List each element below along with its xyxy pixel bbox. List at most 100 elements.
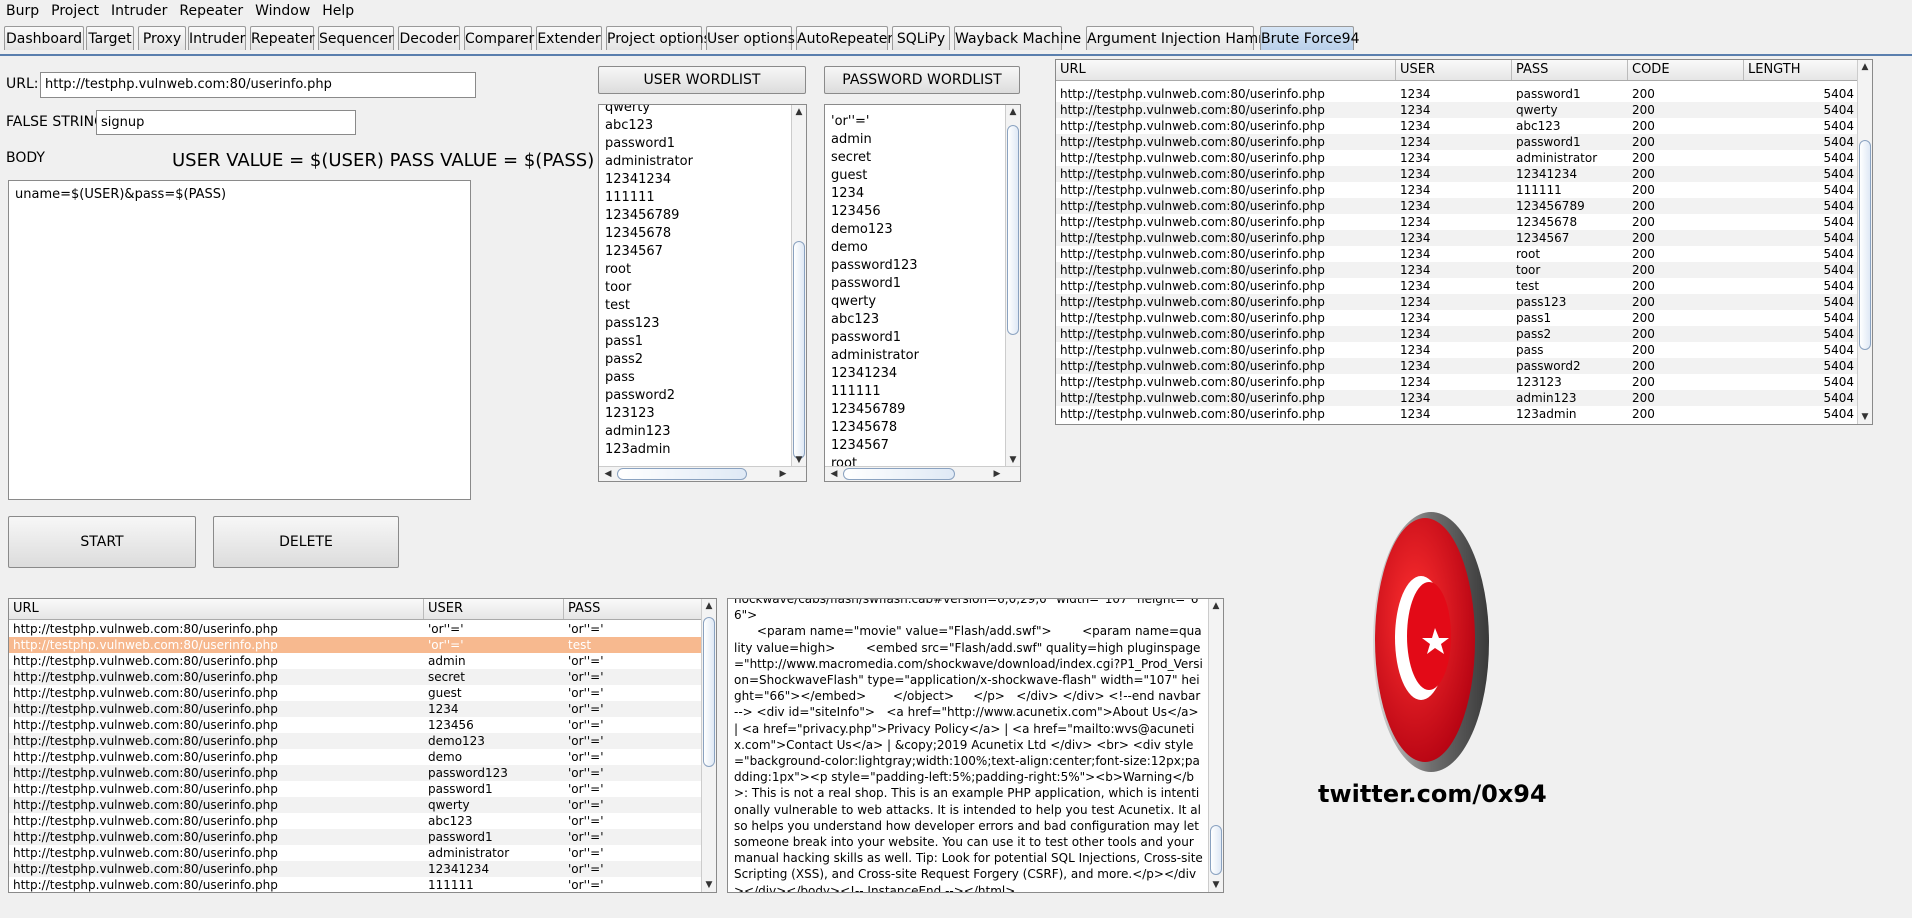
list-item[interactable]: 111111 — [605, 189, 790, 207]
list-item[interactable]: root — [605, 261, 790, 279]
menu-window[interactable]: Window — [249, 0, 316, 22]
response-vscrollbar[interactable]: ▲ ▼ — [1208, 599, 1223, 892]
list-item[interactable]: pass1 — [605, 333, 790, 351]
table-row[interactable]: http://testphp.vulnweb.com:80/userinfo.p… — [1056, 374, 1858, 390]
list-item[interactable]: secret — [831, 149, 1004, 167]
list-item[interactable]: 123456789 — [831, 401, 1004, 419]
list-item[interactable]: qwerty — [831, 293, 1004, 311]
table-row[interactable]: http://testphp.vulnweb.com:80/userinfo.p… — [1056, 406, 1858, 422]
column-header-pass[interactable]: PASS — [1512, 60, 1628, 80]
list-item[interactable]: 12345678 — [831, 419, 1004, 437]
table-row[interactable]: http://testphp.vulnweb.com:80/userinfo.p… — [1056, 246, 1858, 262]
table-row[interactable]: http://testphp.vulnweb.com:80/userinfo.p… — [9, 733, 702, 749]
list-item[interactable]: test — [605, 297, 790, 315]
table-row[interactable]: http://testphp.vulnweb.com:80/userinfo.p… — [9, 669, 702, 685]
scroll-up-arrow-icon[interactable]: ▲ — [1209, 601, 1223, 611]
table-row[interactable]: http://testphp.vulnweb.com:80/userinfo.p… — [9, 797, 702, 813]
scroll-thumb[interactable] — [793, 241, 805, 459]
found-credentials-table[interactable]: URL USER PASS http://testphp.vulnweb.com:8… — [8, 598, 717, 893]
tab-project-options[interactable]: Project options — [606, 26, 711, 50]
list-item[interactable]: 1234567 — [831, 437, 1004, 455]
user-wordlist-list[interactable]: qwerty abc123 password1 administrator 123412… — [598, 104, 807, 482]
column-header-url[interactable]: URL — [1056, 60, 1396, 80]
tab-wayback-machine[interactable]: Wayback Machine — [954, 26, 1081, 50]
menu-help[interactable]: Help — [316, 0, 360, 22]
list-item[interactable]: pass — [605, 369, 790, 387]
table-row[interactable]: http://testphp.vulnweb.com:80/userinfo.p… — [1056, 150, 1858, 166]
body-textarea[interactable]: uname=$(USER)&pass=$(PASS) — [8, 180, 471, 500]
list-item[interactable]: 111111 — [831, 383, 1004, 401]
list-item[interactable]: 123456 — [831, 203, 1004, 221]
table-row[interactable]: http://testphp.vulnweb.com:80/userinfo.p… — [9, 829, 702, 845]
scroll-down-arrow-icon[interactable]: ▼ — [1006, 455, 1020, 465]
menu-intruder[interactable]: Intruder — [105, 0, 173, 22]
tab-extender[interactable]: Extender — [536, 26, 602, 50]
list-item[interactable]: 1234567 — [605, 243, 790, 261]
list-item[interactable]: password1 — [605, 135, 790, 153]
user-wordlist-button[interactable]: USER WORDLIST — [598, 66, 806, 94]
table-row[interactable]: http://testphp.vulnweb.com:80/userinfo.p… — [1056, 230, 1858, 246]
table-row[interactable]: http://testphp.vulnweb.com:80/userinfo.p… — [9, 861, 702, 877]
scroll-down-arrow-icon[interactable]: ▼ — [702, 880, 716, 890]
tab-intruder[interactable]: Intruder — [188, 26, 246, 50]
scroll-left-arrow-icon[interactable]: ◀ — [601, 469, 615, 479]
table-row[interactable]: http://testphp.vulnweb.com:80/userinfo.p… — [1056, 86, 1858, 102]
list-item[interactable]: 12341234 — [831, 365, 1004, 383]
scroll-thumb[interactable] — [1007, 125, 1019, 335]
list-item[interactable]: qwerty — [605, 105, 790, 117]
list-item[interactable]: administrator — [831, 347, 1004, 365]
list-item[interactable]: administrator — [605, 153, 790, 171]
table-row[interactable]: http://testphp.vulnweb.com:80/userinfo.p… — [1056, 198, 1858, 214]
list-item[interactable]: abc123 — [605, 117, 790, 135]
false-string-input[interactable]: signup — [96, 110, 356, 135]
password-wordlist-list[interactable]: 'or''=' admin secret guest 1234 123456 demo123… — [824, 104, 1021, 482]
table-row[interactable]: http://testphp.vulnweb.com:80/userinfo.p… — [9, 749, 702, 765]
user-list-hscrollbar[interactable]: ◀ ▶ — [599, 466, 806, 481]
list-item[interactable]: password2 — [605, 387, 790, 405]
table-row[interactable]: http://testphp.vulnweb.com:80/userinfo.p… — [9, 653, 702, 669]
scroll-up-arrow-icon[interactable]: ▲ — [1006, 107, 1020, 117]
scroll-right-arrow-icon[interactable]: ▶ — [776, 469, 790, 479]
table-row[interactable]: http://testphp.vulnweb.com:80/userinfo.p… — [1056, 390, 1858, 406]
response-viewer[interactable]: hockwave/cabs/flash/swflash.cab#version=… — [727, 598, 1224, 893]
list-item[interactable]: 12341234 — [605, 171, 790, 189]
table-row[interactable]: http://testphp.vulnweb.com:80/userinfo.p… — [9, 781, 702, 797]
scroll-thumb[interactable] — [1210, 825, 1222, 875]
scroll-thumb[interactable] — [843, 468, 955, 480]
list-item[interactable]: 123456789 — [605, 207, 790, 225]
scroll-up-arrow-icon[interactable]: ▲ — [1858, 62, 1872, 72]
user-list-vscrollbar[interactable]: ▲ ▼ — [791, 105, 806, 467]
column-header-user[interactable]: USER — [1396, 60, 1512, 80]
scroll-up-arrow-icon[interactable]: ▲ — [792, 107, 806, 117]
column-header-code[interactable]: CODE — [1628, 60, 1744, 80]
tab-user-options[interactable]: User options — [706, 26, 795, 50]
list-item[interactable]: password1 — [831, 275, 1004, 293]
table-row[interactable]: http://testphp.vulnweb.com:80/userinfo.p… — [1056, 166, 1858, 182]
table-row[interactable]: http://testphp.vulnweb.com:80/userinfo.p… — [1056, 326, 1858, 342]
start-button[interactable]: START — [8, 516, 196, 568]
list-item[interactable]: abc123 — [831, 311, 1004, 329]
list-item[interactable]: pass123 — [605, 315, 790, 333]
scroll-thumb[interactable] — [1859, 140, 1871, 350]
list-item[interactable]: 123123 — [605, 405, 790, 423]
table-row[interactable]: http://testphp.vulnweb.com:80/userinfo.p… — [9, 621, 702, 637]
list-item[interactable]: demo123 — [831, 221, 1004, 239]
table-row[interactable]: http://testphp.vulnweb.com:80/userinfo.p… — [9, 813, 702, 829]
results-table[interactable]: URL USER PASS CODE LENGTH http://testphp.vul… — [1055, 59, 1873, 425]
tab-decoder[interactable]: Decoder — [398, 26, 460, 50]
list-item[interactable]: 12345678 — [605, 225, 790, 243]
tab-brute-force94[interactable]: Brute Force94 — [1260, 26, 1359, 50]
table-row[interactable]: http://testphp.vulnweb.com:80/userinfo.p… — [9, 765, 702, 781]
tab-repeater[interactable]: Repeater — [250, 26, 315, 50]
scroll-left-arrow-icon[interactable]: ◀ — [827, 469, 841, 479]
list-item[interactable]: 1234 — [831, 185, 1004, 203]
password-wordlist-button[interactable]: PASSWORD WORDLIST — [824, 66, 1020, 94]
scroll-thumb[interactable] — [703, 617, 715, 767]
scroll-up-arrow-icon[interactable]: ▲ — [702, 601, 716, 611]
table-row[interactable]: http://testphp.vulnweb.com:80/userinfo.p… — [1056, 278, 1858, 294]
list-item[interactable]: admin — [831, 131, 1004, 149]
menu-burp[interactable]: Burp — [0, 0, 45, 22]
table-row[interactable]: http://testphp.vulnweb.com:80/userinfo.p… — [1056, 358, 1858, 374]
table-row[interactable]: http://testphp.vulnweb.com:80/userinfo.p… — [1056, 134, 1858, 150]
table-row[interactable]: http://testphp.vulnweb.com:80/userinfo.p… — [9, 877, 702, 892]
